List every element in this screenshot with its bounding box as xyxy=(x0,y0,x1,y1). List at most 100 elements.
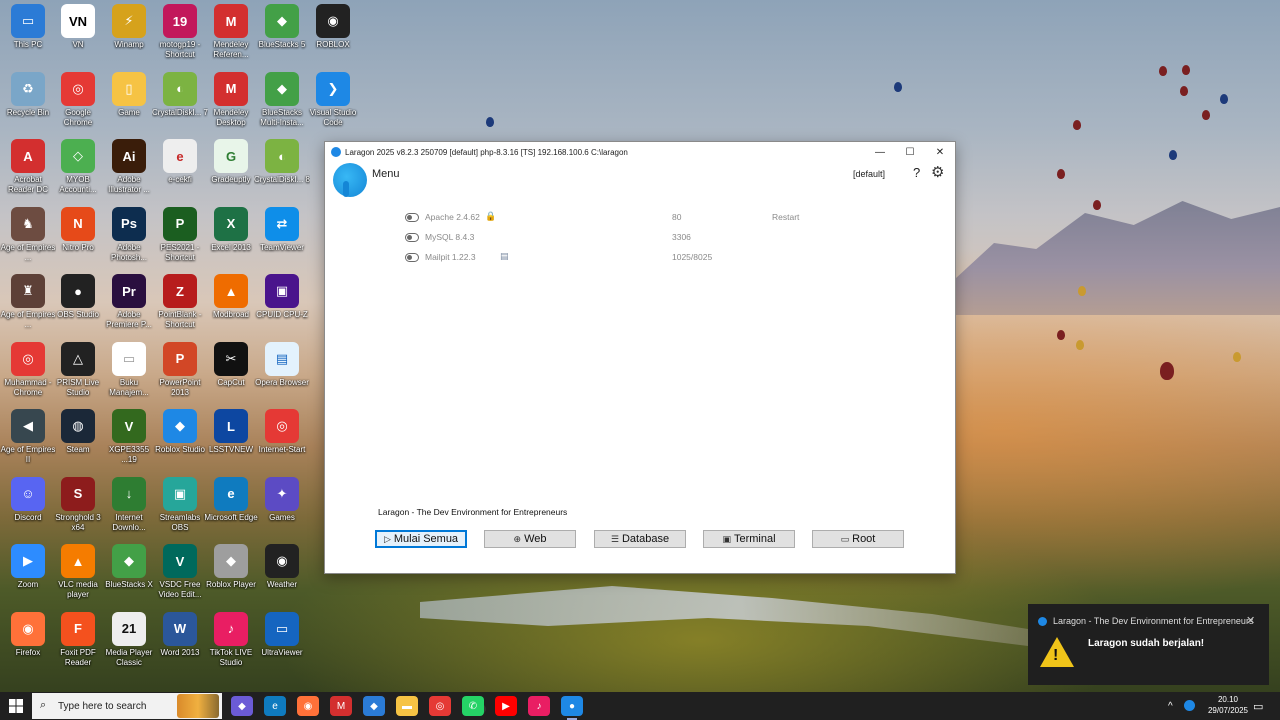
desktop-icon[interactable]: ✦ Games xyxy=(254,476,310,523)
laragon-elephant-logo[interactable] xyxy=(333,163,367,197)
taskbar-app-blue[interactable]: ◆ xyxy=(363,696,385,716)
taskbar-firefox[interactable]: ◉ xyxy=(297,696,319,716)
desktop-icon[interactable]: P PowerPoint 2013 xyxy=(152,341,208,398)
desktop-icon[interactable]: Ps Adobe Photosh... xyxy=(101,206,157,263)
desktop-icon[interactable]: G Gradeuptly xyxy=(203,139,259,185)
desktop-icon[interactable]: A Acrobat Reader DC xyxy=(0,139,56,195)
taskbar-edge[interactable]: e xyxy=(264,696,286,716)
desktop-icon[interactable]: ☺ Discord xyxy=(0,476,56,523)
taskbar-search-box[interactable]: ⌕ Type here to search xyxy=(32,693,222,719)
taskbar-file-explorer[interactable]: ▬ xyxy=(396,696,418,716)
desktop-icon[interactable]: ◆ Roblox Player xyxy=(203,544,259,590)
desktop-icon[interactable]: M Mendeley Desktop xyxy=(203,71,259,128)
desktop-icon[interactable]: Pr Adobe Premiere P... xyxy=(101,274,157,330)
desktop-icon[interactable]: ◇ MYOB Accounti... xyxy=(50,139,106,195)
desktop-icon[interactable]: ▲ Modbroad xyxy=(203,274,259,320)
desktop-icon[interactable]: ❯ Visual Studio Code xyxy=(305,71,361,128)
taskbar-tiktok[interactable]: ♪ xyxy=(528,696,550,716)
toast-notification[interactable]: Laragon - The Dev Environment for Entrep… xyxy=(1028,604,1269,685)
desktop-icon[interactable]: ▶ Zoom xyxy=(0,544,56,590)
desktop-icon[interactable]: ● OBS Studio xyxy=(50,274,106,320)
desktop-icon[interactable]: ♞ Age of Empires ... xyxy=(0,206,56,263)
desktop-icon[interactable]: ◆ BlueStacks Multi-Insta... xyxy=(254,71,310,128)
desktop-icon[interactable]: ◆ BlueStacks X xyxy=(101,544,157,590)
menu-button[interactable]: Menu xyxy=(372,168,400,180)
desktop-icon[interactable]: ⚡ Winamp xyxy=(101,4,157,50)
desktop-icon[interactable]: ▯ Game xyxy=(101,71,157,118)
desktop-icon[interactable]: ◆ BlueStacks 5 xyxy=(254,4,310,50)
taskbar-chrome[interactable]: ◎ xyxy=(429,696,451,716)
profile-label[interactable]: [default] xyxy=(853,169,885,179)
desktop-icon[interactable]: M Mendeley Referen... xyxy=(203,4,259,60)
toggle-icon[interactable] xyxy=(405,253,419,262)
taskbar-copilot[interactable]: ◆ xyxy=(231,696,253,716)
tray-laragon-icon[interactable] xyxy=(1184,700,1195,711)
desktop-icon[interactable]: V VSDC Free Video Edit... xyxy=(152,544,208,600)
toggle-icon[interactable] xyxy=(405,233,419,242)
taskbar-laragon[interactable]: ● xyxy=(561,696,583,720)
desktop-icon[interactable]: X Excel 2013 xyxy=(203,206,259,253)
desktop-icon[interactable]: VN VN xyxy=(50,4,106,50)
desktop-icon[interactable]: e e-cekfi xyxy=(152,139,208,185)
mailbox-icon[interactable]: ▤ xyxy=(500,251,509,262)
desktop-icon[interactable]: ↓ Internet Downlo... xyxy=(101,476,157,533)
web-button[interactable]: ⊕ Web xyxy=(484,530,576,548)
desktop-icon[interactable]: ▤ Opera Browser xyxy=(254,341,310,388)
desktop-icon[interactable]: ◀ Age of Empires II xyxy=(0,409,56,465)
desktop-icon[interactable]: ▭ UltraViewer xyxy=(254,611,310,658)
desktop-icon[interactable]: ◎ Google Chrome xyxy=(50,71,106,128)
laragon-window[interactable]: Laragon 2025 v8.2.3 250709 [default] php… xyxy=(324,141,956,574)
desktop-icon[interactable]: 21 Media Player Classic xyxy=(101,611,157,668)
desktop-icon[interactable]: N Nitro Pro xyxy=(50,206,106,253)
toggle-icon[interactable] xyxy=(405,213,419,222)
desktop-icon[interactable]: ◆ Roblox Studio xyxy=(152,409,208,455)
desktop-icon[interactable]: ♪ TikTok LIVE Studio xyxy=(203,611,259,668)
tray-clock[interactable]: 20.10 29/07/2025 xyxy=(1200,695,1256,715)
desktop-icon[interactable]: ▣ Streamlabs OBS xyxy=(152,476,208,533)
gear-icon[interactable]: ⚙ xyxy=(931,163,944,181)
desktop-icon[interactable]: ▲ VLC media player xyxy=(50,544,106,600)
window-titlebar[interactable]: Laragon 2025 v8.2.3 250709 [default] php… xyxy=(325,142,955,162)
taskbar-whatsapp[interactable]: ✆ xyxy=(462,696,484,716)
desktop-icon[interactable]: 19 motogp19 - Shortcut xyxy=(152,4,208,60)
root-button[interactable]: ▭ Root xyxy=(812,530,904,548)
desktop-icon[interactable]: ✂ CapCut xyxy=(203,341,259,388)
desktop-icon[interactable]: F Foxit PDF Reader xyxy=(50,611,106,668)
desktop-icon[interactable]: ◐ CrystalDiskI... 8 xyxy=(254,139,310,185)
desktop-icon[interactable]: ▣ CPUID CPU-Z xyxy=(254,274,310,320)
desktop-icon[interactable]: P PES2021 - Shortcut xyxy=(152,206,208,263)
service-restart-link[interactable]: Restart xyxy=(772,212,799,222)
desktop-icon[interactable]: Z PointBlank - Shortcut xyxy=(152,274,208,330)
desktop-icon[interactable]: ▭ Buku Manajem... xyxy=(101,341,157,398)
desktop-icon[interactable]: e Microsoft Edge xyxy=(203,476,259,523)
desktop-icon[interactable]: S Stronghold 3 x64 xyxy=(50,476,106,533)
minimize-button[interactable]: — xyxy=(865,142,895,162)
maximize-button[interactable]: ☐ xyxy=(895,142,925,162)
desktop-icon[interactable]: ◎ Muhammad - Chrome xyxy=(0,341,56,398)
help-button[interactable]: ? xyxy=(913,165,920,180)
desktop-icon[interactable]: △ PRISM Live Studio xyxy=(50,341,106,398)
start-all-button[interactable]: ▷ Mulai Semua xyxy=(375,530,467,548)
start-button[interactable] xyxy=(0,692,32,720)
desktop-icon[interactable]: ◍ Steam xyxy=(50,409,106,455)
database-button[interactable]: ☰ Database xyxy=(594,530,686,548)
desktop-icon[interactable]: L LSSTVNEW xyxy=(203,409,259,455)
taskbar-mendeley[interactable]: M xyxy=(330,696,352,716)
desktop-icon[interactable]: ◎ Internet-Start xyxy=(254,409,310,455)
notification-center-icon[interactable]: ▭ xyxy=(1253,700,1263,713)
desktop-icon[interactable]: W Word 2013 xyxy=(152,611,208,658)
desktop-icon[interactable]: ♜ Age of Empires ... xyxy=(0,274,56,330)
close-icon[interactable]: ✕ xyxy=(1246,614,1255,627)
terminal-button[interactable]: ▣ Terminal xyxy=(703,530,795,548)
desktop-icon[interactable]: Ai Adobe Illustrator ... xyxy=(101,139,157,195)
close-button[interactable]: ✕ xyxy=(925,142,955,162)
desktop-icon[interactable]: ◉ Firefox xyxy=(0,611,56,658)
desktop-icon[interactable]: ◐ CrystalDiskI... 7 xyxy=(152,71,208,118)
desktop-icon[interactable]: ♻ Recycle Bin xyxy=(0,71,56,118)
desktop-icon[interactable]: ◉ Weather xyxy=(254,544,310,590)
desktop-icon[interactable]: ◉ ROBLOX xyxy=(305,4,361,50)
desktop-icon[interactable]: ⇄ TeamViewer xyxy=(254,206,310,253)
tray-overflow-icon[interactable]: ^ xyxy=(1168,701,1173,712)
desktop-icon[interactable]: ▭ This PC xyxy=(0,4,56,50)
taskbar-youtube[interactable]: ▶ xyxy=(495,696,517,716)
